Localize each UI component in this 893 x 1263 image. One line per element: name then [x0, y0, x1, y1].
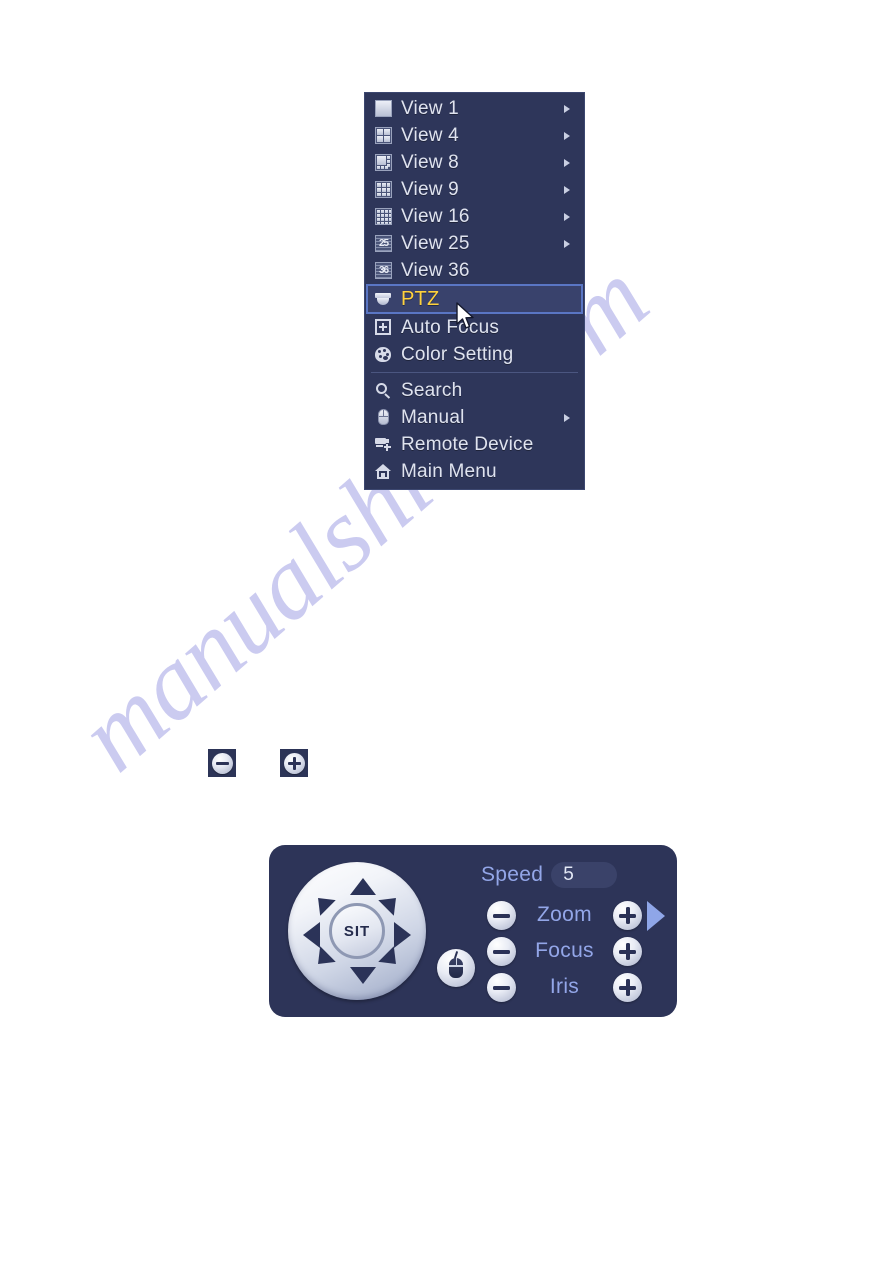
menu-item-label: View 1 [401, 98, 459, 119]
submenu-arrow-icon [564, 413, 570, 422]
menu-item-label: View 8 [401, 152, 459, 173]
menu-item-view-9[interactable]: View 9 [365, 176, 584, 203]
grid-9-icon [374, 180, 393, 199]
menu-item-view-4[interactable]: View 4 [365, 122, 584, 149]
menu-item-view-36[interactable]: 36 View 36 [365, 257, 584, 284]
ptz-mouse-mode-button[interactable] [437, 949, 475, 987]
arrow-up-right-icon[interactable] [378, 890, 404, 916]
arrow-left-icon[interactable] [303, 922, 320, 948]
menu-item-view-1[interactable]: View 1 [365, 95, 584, 122]
grid-36-icon: 36 [374, 261, 393, 280]
submenu-arrow-icon [564, 239, 570, 248]
joystick-center-button[interactable]: SIT [329, 903, 385, 959]
grid-8-icon [374, 153, 393, 172]
menu-item-label: View 16 [401, 206, 470, 227]
submenu-arrow-icon [564, 212, 570, 221]
menu-item-main-menu[interactable]: Main Menu [365, 458, 584, 485]
submenu-arrow-icon [564, 104, 570, 113]
menu-item-color-setting[interactable]: Color Setting [365, 341, 584, 368]
minus-icon [211, 752, 233, 774]
focus-plus-button[interactable] [613, 936, 642, 966]
home-icon [374, 462, 393, 481]
submenu-arrow-icon [564, 131, 570, 140]
menu-item-label: Remote Device [401, 434, 534, 455]
menu-item-label: Auto Focus [401, 317, 500, 338]
arrow-right-icon[interactable] [394, 922, 411, 948]
ptz-control-panel[interactable]: SIT Speed 5 Zoom Focus Iris [269, 845, 677, 1017]
arrow-up-icon[interactable] [350, 878, 376, 895]
arrow-up-left-icon[interactable] [310, 890, 336, 916]
grid-4-icon [374, 126, 393, 145]
speed-value: 5 [563, 864, 574, 885]
dome-camera-icon [374, 290, 393, 309]
menu-item-view-16[interactable]: View 16 [365, 203, 584, 230]
plus-button[interactable] [280, 749, 308, 777]
joystick-center-label: SIT [343, 922, 371, 940]
iris-label: Iris [549, 975, 580, 998]
arrow-down-left-icon[interactable] [310, 946, 336, 972]
iris-plus-button[interactable] [613, 972, 642, 1002]
plus-icon [283, 752, 305, 774]
zoom-label: Zoom [537, 903, 592, 926]
menu-divider [371, 372, 578, 373]
chevron-right-icon[interactable] [647, 901, 665, 931]
speed-label: Speed [481, 863, 544, 886]
search-icon [374, 381, 393, 400]
grid-25-icon: 25 [374, 234, 393, 253]
submenu-arrow-icon [564, 185, 570, 194]
arrow-down-icon[interactable] [350, 967, 376, 984]
remote-device-icon [374, 435, 393, 454]
auto-focus-icon [374, 318, 393, 337]
focus-minus-button[interactable] [487, 936, 516, 966]
menu-item-remote-device[interactable]: Remote Device [365, 431, 584, 458]
menu-item-search[interactable]: Search [365, 377, 584, 404]
mouse-icon [374, 408, 393, 427]
menu-item-label: Search [401, 380, 463, 401]
right-click-context-menu[interactable]: View 1 View 4 View 8 View 9 View 16 25 V… [364, 92, 585, 490]
ptz-focus-row: Focus [487, 933, 642, 969]
focus-label: Focus [535, 939, 594, 962]
ptz-iris-row: Iris [487, 969, 642, 1005]
menu-item-label: View 36 [401, 260, 470, 281]
menu-item-manual[interactable]: Manual [365, 404, 584, 431]
menu-item-label: View 4 [401, 125, 459, 146]
grid-1-icon [374, 99, 393, 118]
menu-item-label: Color Setting [401, 344, 514, 365]
arrow-down-right-icon[interactable] [378, 946, 404, 972]
zoom-minus-button[interactable] [487, 900, 516, 930]
grid-16-icon [374, 207, 393, 226]
menu-item-label: Main Menu [401, 461, 497, 482]
ptz-zoom-row: Zoom [487, 897, 642, 933]
menu-item-label: View 9 [401, 179, 459, 200]
color-palette-icon [374, 345, 393, 364]
minus-button[interactable] [208, 749, 236, 777]
iris-minus-button[interactable] [487, 972, 516, 1002]
ptz-speed-row: Speed 5 [481, 862, 618, 888]
menu-item-label: View 25 [401, 233, 470, 254]
menu-item-view-25[interactable]: 25 View 25 [365, 230, 584, 257]
submenu-arrow-icon [564, 158, 570, 167]
zoom-plus-button[interactable] [613, 900, 642, 930]
ptz-direction-joystick[interactable]: SIT [288, 862, 426, 1000]
menu-item-view-8[interactable]: View 8 [365, 149, 584, 176]
mouse-cursor-icon [456, 302, 474, 329]
menu-item-label: PTZ [401, 287, 440, 310]
menu-item-label: Manual [401, 407, 465, 428]
speed-value-input[interactable]: 5 [551, 862, 618, 888]
